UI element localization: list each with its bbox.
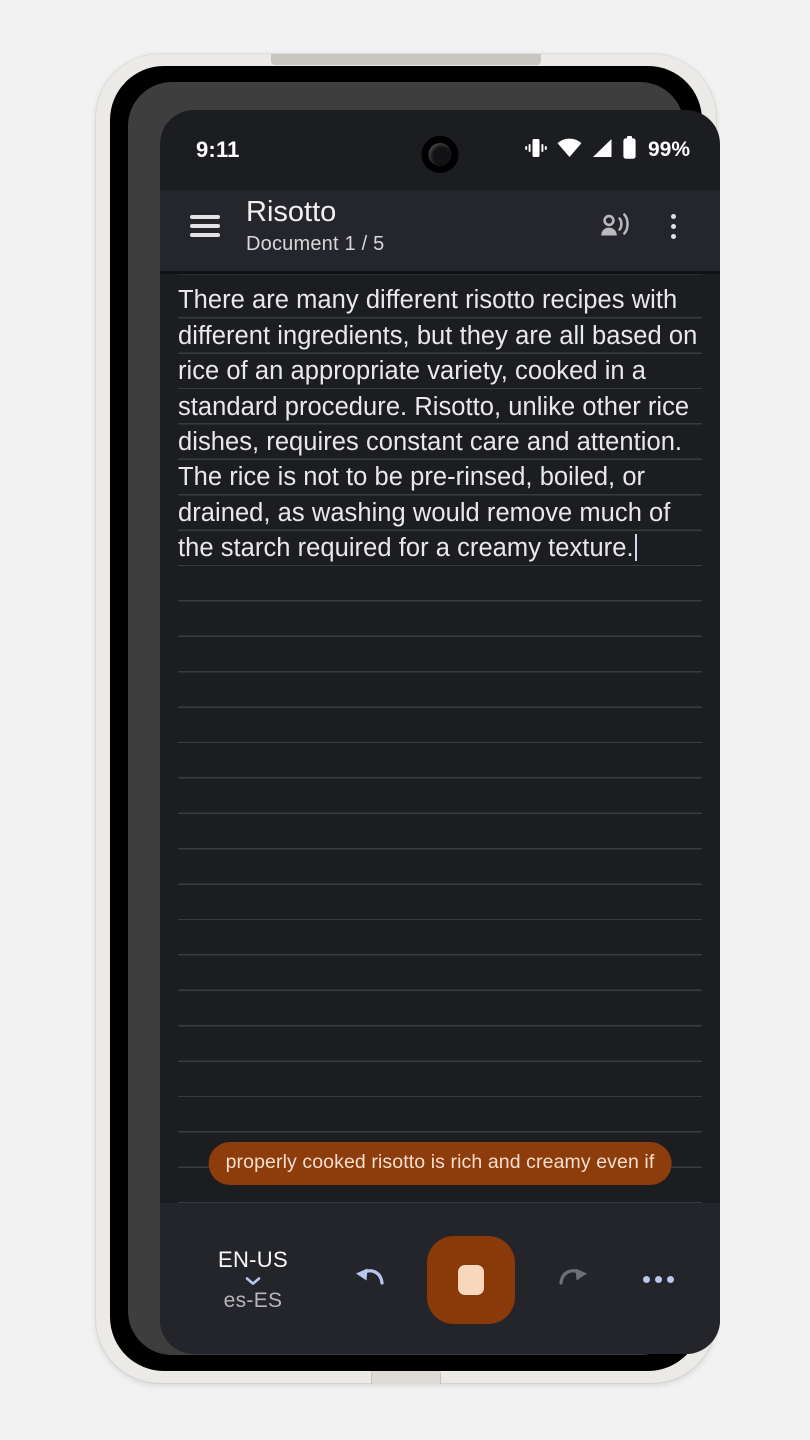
- undo-button[interactable]: [342, 1252, 398, 1308]
- kebab-dot: [670, 213, 676, 219]
- battery-percent: 99%: [647, 138, 690, 161]
- more-options-icon: [642, 1276, 674, 1284]
- phone-screen: 9:11 99% Risotto Document 1 / 5 There ar…: [160, 110, 720, 1354]
- device-bezel-inner: 9:11 99% Risotto Document 1 / 5 There ar…: [128, 82, 720, 1355]
- frame-bottom-antenna-band: [371, 1370, 441, 1384]
- language-source: EN-US: [218, 1246, 288, 1272]
- hamburger-bar: [190, 215, 220, 220]
- screenshot-canvas: 9:11 99% Risotto Document 1 / 5 There ar…: [0, 0, 810, 1440]
- title-block: Risotto Document 1 / 5: [246, 196, 594, 256]
- wifi-icon: [557, 138, 582, 163]
- language-picker[interactable]: EN-US es-ES: [194, 1247, 312, 1313]
- hamburger-bar: [190, 233, 220, 238]
- phone-device-frame: 9:11 99% Risotto Document 1 / 5 There ar…: [96, 54, 720, 1384]
- more-dot: [654, 1276, 662, 1284]
- stop-recording-icon: [458, 1264, 484, 1295]
- hamburger-bar: [190, 224, 220, 229]
- kebab-dots: [670, 213, 676, 239]
- redo-button[interactable]: [545, 1252, 601, 1308]
- status-icons: 99%: [524, 136, 690, 164]
- voice-readaloud-icon[interactable]: [594, 205, 636, 247]
- undo-arrow-icon: [351, 1261, 389, 1298]
- document-body-string: There are many different risotto recipes…: [178, 286, 705, 563]
- vibrate-icon: [524, 137, 548, 164]
- cellular-signal-icon: [591, 138, 613, 163]
- dictation-toolbar: EN-US es-ES: [160, 1203, 720, 1354]
- redo-arrow-icon: [554, 1261, 592, 1298]
- language-target: es-ES: [223, 1288, 283, 1312]
- status-bar: 9:11 99%: [160, 110, 720, 190]
- document-counter: Document 1 / 5: [246, 233, 385, 256]
- app-bar: Risotto Document 1 / 5: [160, 190, 720, 275]
- more-dot: [642, 1276, 650, 1284]
- kebab-dot: [670, 223, 676, 229]
- kebab-menu-icon[interactable]: [652, 205, 694, 247]
- more-options-button[interactable]: [630, 1252, 686, 1308]
- app-bar-actions: [594, 205, 694, 247]
- stop-recording-button[interactable]: [427, 1235, 515, 1324]
- document-body-text[interactable]: There are many different risotto recipes…: [178, 283, 702, 566]
- partial-transcript-chip: properly cooked risotto is rich and crea…: [208, 1142, 672, 1186]
- hamburger-menu-icon[interactable]: [190, 211, 224, 241]
- battery-icon: [622, 136, 637, 164]
- frame-top-antenna-band: [271, 54, 541, 65]
- front-camera-punch-hole: [421, 136, 459, 173]
- device-bezel: 9:11 99% Risotto Document 1 / 5 There ar…: [110, 66, 720, 1371]
- more-dot: [666, 1276, 674, 1284]
- document-editor[interactable]: There are many different risotto recipes…: [160, 274, 720, 1204]
- status-time: 9:11: [196, 137, 240, 162]
- kebab-dot: [670, 233, 676, 239]
- text-cursor: [634, 534, 637, 562]
- page-title: Risotto: [246, 196, 337, 228]
- chevron-down-icon: [243, 1275, 263, 1287]
